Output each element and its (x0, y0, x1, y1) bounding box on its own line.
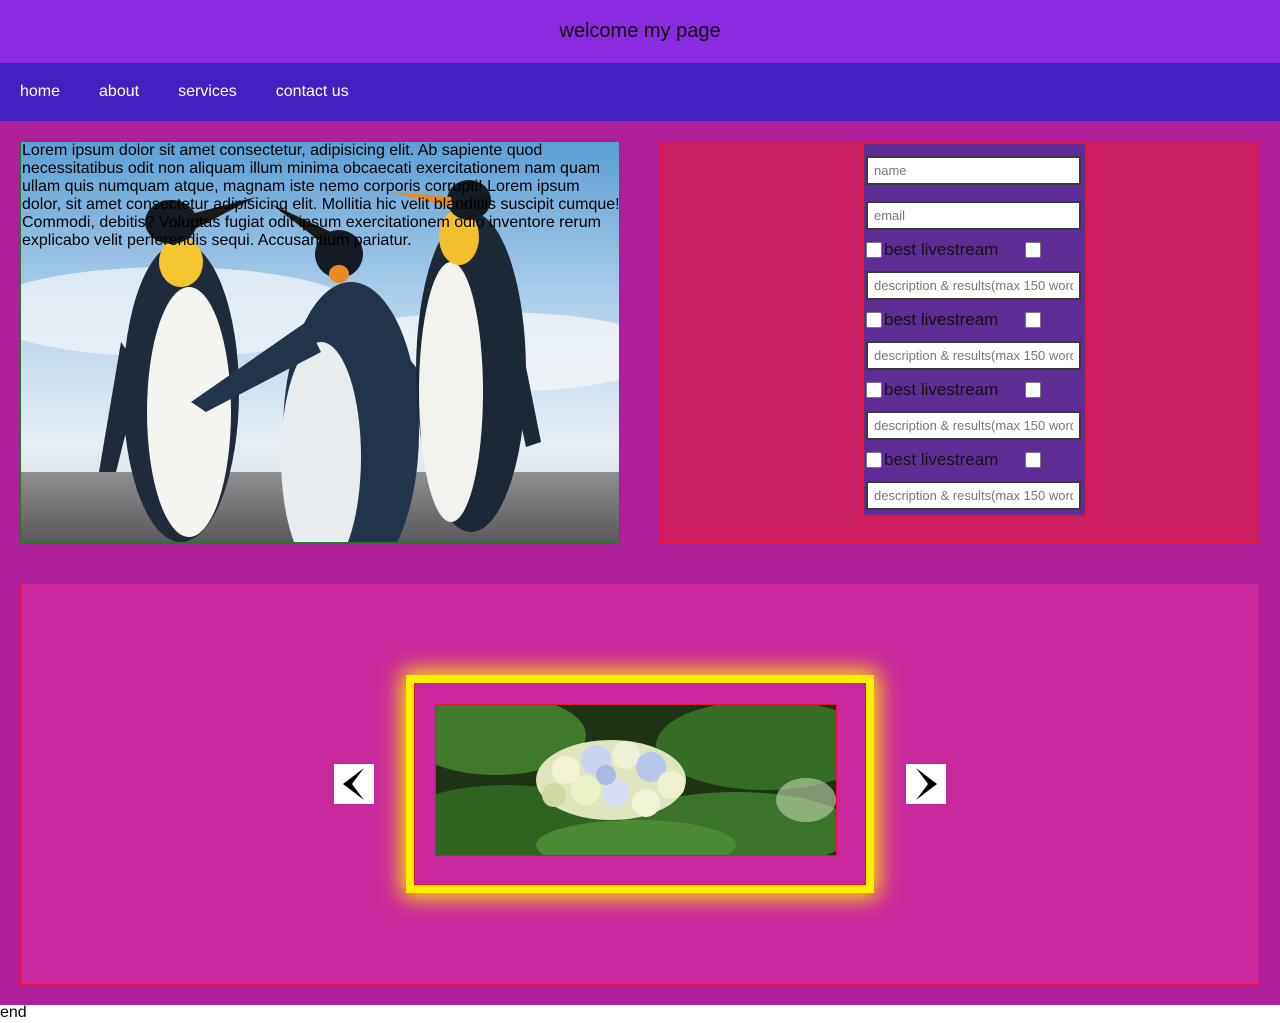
nav-link-contact-us[interactable]: contact us (276, 83, 349, 101)
prev-slide-button[interactable] (334, 764, 374, 804)
check-row: best livestream (866, 379, 1081, 401)
checkbox-label: best livestream (884, 240, 999, 259)
livestream-checkbox[interactable] (866, 312, 882, 328)
image-slider (20, 583, 1260, 985)
hydrangea-image (436, 705, 836, 855)
hydrangea-photo (435, 704, 837, 856)
signup-form: best livestream best livestream best liv… (862, 142, 1087, 517)
description-field[interactable] (866, 481, 1081, 510)
livestream-checkbox[interactable] (866, 382, 882, 398)
footer-text: end (0, 1004, 27, 1021)
description-field[interactable] (866, 271, 1081, 300)
name-field[interactable] (866, 156, 1081, 185)
livestream-checkbox-secondary[interactable] (1025, 452, 1041, 468)
livestream-checkbox-secondary[interactable] (1025, 382, 1041, 398)
chevron-right-icon (916, 768, 937, 800)
nav-link-about[interactable]: about (99, 83, 139, 101)
email-field[interactable] (866, 201, 1081, 230)
checkbox-label: best livestream (884, 310, 999, 329)
checkbox-label: best livestream (884, 380, 999, 399)
page-header: welcome my page (0, 0, 1280, 63)
livestream-checkbox[interactable] (866, 242, 882, 258)
livestream-checkbox[interactable] (866, 452, 882, 468)
hero-section: Lorem ipsum dolor sit amet consectetur, … (20, 141, 620, 543)
next-slide-button[interactable] (906, 764, 946, 804)
check-row: best livestream (866, 239, 1081, 261)
nav-link-home[interactable]: home (20, 83, 60, 101)
slide-frame (414, 683, 866, 885)
nav-link-services[interactable]: services (178, 83, 237, 101)
hero-text: Lorem ipsum dolor sit amet consectetur, … (22, 142, 620, 249)
livestream-checkbox-secondary[interactable] (1025, 242, 1041, 258)
livestream-checkbox-secondary[interactable] (1025, 312, 1041, 328)
description-field[interactable] (866, 341, 1081, 370)
navbar: home about services contact us (0, 63, 1280, 121)
description-field[interactable] (866, 411, 1081, 440)
check-row: best livestream (866, 449, 1081, 471)
page-title: welcome my page (559, 20, 721, 42)
main-content: Lorem ipsum dolor sit amet consectetur, … (0, 121, 1280, 1005)
chevron-left-icon (343, 768, 364, 800)
form-panel: best livestream best livestream best liv… (660, 141, 1260, 543)
check-row: best livestream (866, 309, 1081, 331)
checkbox-label: best livestream (884, 450, 999, 469)
